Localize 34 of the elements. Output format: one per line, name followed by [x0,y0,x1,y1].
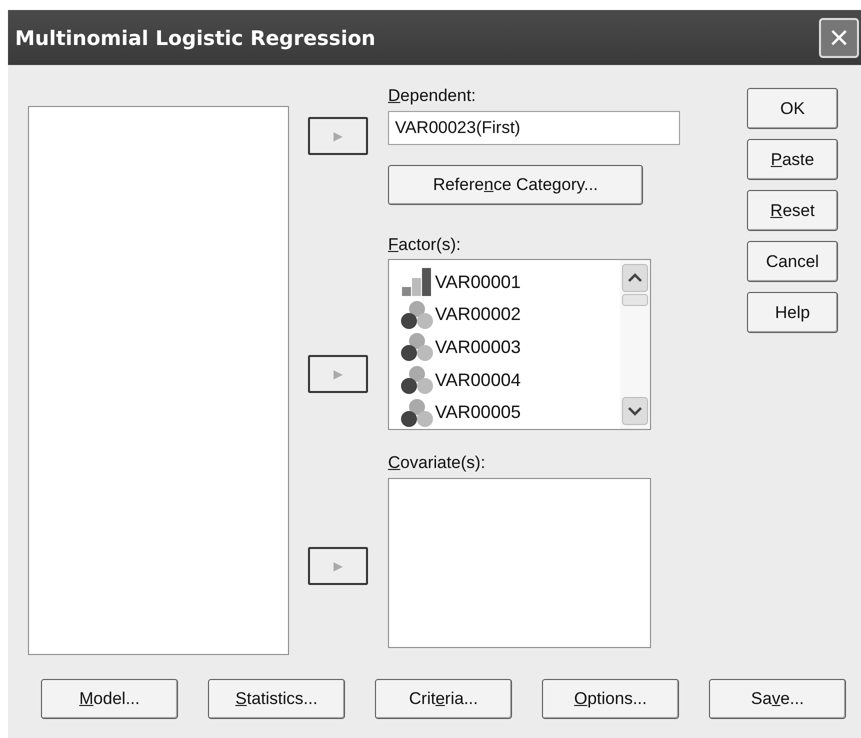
dialog-button[interactable]: Paste [747,139,838,180]
variable-name: VAR00002 [435,303,521,326]
scroll-up-icon[interactable] [622,264,648,292]
circles-icon [401,332,433,362]
variable-name: VAR00005 [435,401,521,424]
dialog-button[interactable]: Save... [709,679,846,719]
dialog-button[interactable]: Help [747,292,838,333]
field-label: Covariate(s): [388,452,486,474]
window-title: Multinomial Logistic Regression [15,24,376,52]
field-label: Dependent: [388,85,477,107]
scrollbar[interactable] [620,260,650,429]
dialog-button[interactable]: Reset [747,190,838,231]
circles-icon [401,365,433,396]
variable-name: VAR00001 [435,270,521,294]
covariate-list[interactable] [388,478,651,648]
dialog-button[interactable]: Options... [542,679,679,719]
bar-chart-icon [401,267,433,298]
dialog-button[interactable]: Reference Category... [388,164,643,204]
dialog-button[interactable]: Criteria... [375,679,512,719]
variable-name: VAR00004 [435,368,521,392]
dialog-button[interactable]: Model... [41,679,178,719]
circles-icon [401,300,433,330]
factor-list[interactable]: VAR00001 VAR00002 VAR00003 VAR00004 VAR00005 [388,259,651,430]
close-button[interactable]: × [819,18,859,58]
dialog-button[interactable]: OK [747,88,838,129]
dialog-button[interactable]: Statistics... [208,679,345,719]
dialog-button[interactable]: Cancel [747,241,838,282]
scroll-thumb[interactable] [622,294,648,306]
variable-name: VAR00003 [435,336,521,359]
circles-icon [401,398,433,428]
dependent-field[interactable]: VAR00023(First) [388,110,680,144]
variable-list[interactable] [28,106,289,655]
field-label: Factor(s): [388,234,462,256]
scroll-down-icon[interactable] [622,397,648,425]
